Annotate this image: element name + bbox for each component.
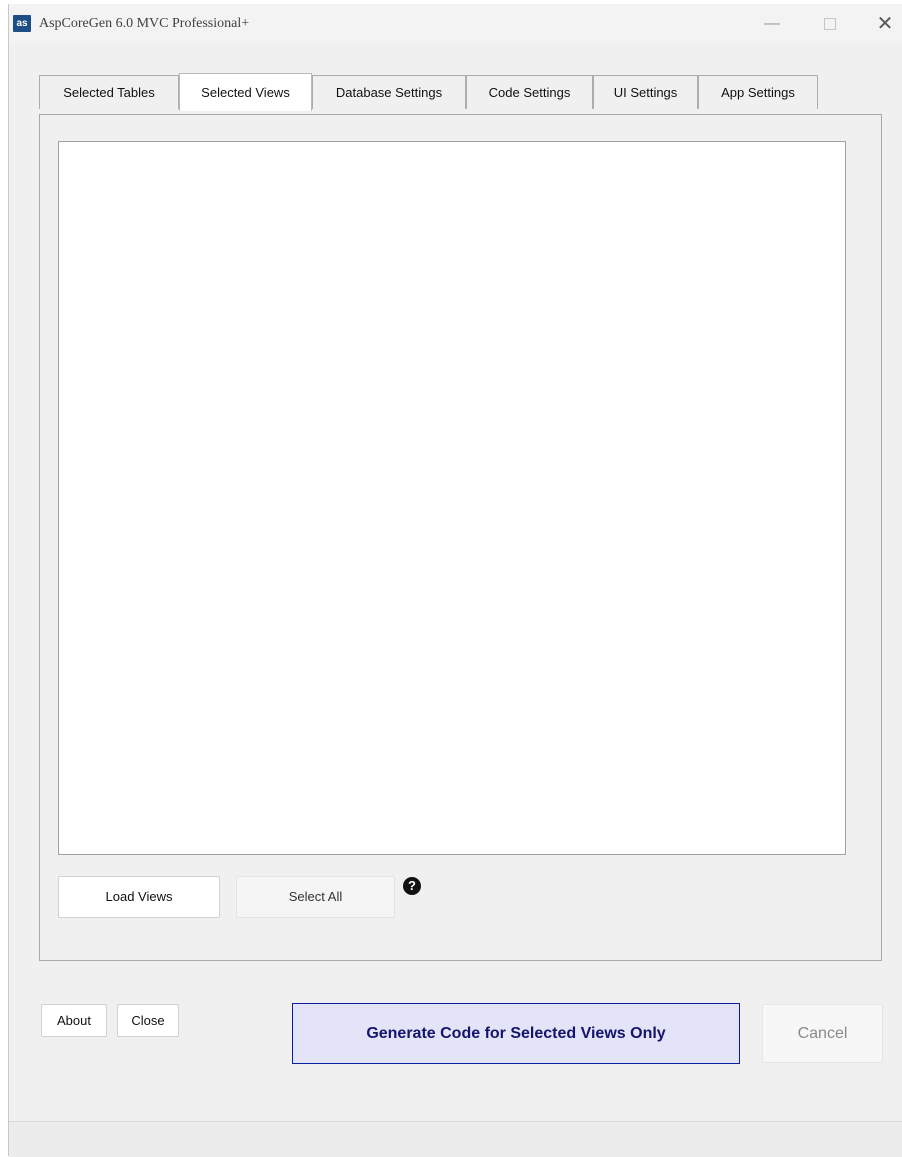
close-window-button[interactable]: ✕ (867, 10, 902, 38)
maximize-icon (824, 17, 836, 30)
tab-database-settings[interactable]: Database Settings (312, 75, 466, 109)
title-bar[interactable]: as AspCoreGen 6.0 MVC Professional+ — ✕ (9, 4, 902, 44)
tab-code-settings[interactable]: Code Settings (466, 75, 593, 109)
tab-selected-tables[interactable]: Selected Tables (39, 75, 179, 109)
selected-views-panel: Load Views Select All ? (39, 114, 882, 961)
status-bar (9, 1121, 902, 1157)
app-window: as AspCoreGen 6.0 MVC Professional+ — ✕ … (8, 4, 902, 1157)
close-button[interactable]: Close (117, 1004, 179, 1037)
window-title: AspCoreGen 6.0 MVC Professional+ (39, 16, 250, 31)
views-checked-list[interactable] (58, 141, 846, 855)
cancel-button[interactable]: Cancel (762, 1004, 883, 1063)
tab-app-settings[interactable]: App Settings (698, 75, 818, 109)
load-views-button[interactable]: Load Views (58, 876, 220, 918)
minimize-button[interactable]: — (754, 10, 790, 38)
generate-code-button[interactable]: Generate Code for Selected Views Only (292, 1003, 740, 1064)
maximize-button[interactable] (812, 10, 848, 38)
select-all-button[interactable]: Select All (236, 876, 395, 918)
tab-selected-views[interactable]: Selected Views (179, 73, 312, 111)
question-circle-icon[interactable]: ? (403, 877, 421, 895)
app-logo-icon: as (13, 15, 31, 32)
about-button[interactable]: About (41, 1004, 107, 1037)
tab-ui-settings[interactable]: UI Settings (593, 75, 698, 109)
